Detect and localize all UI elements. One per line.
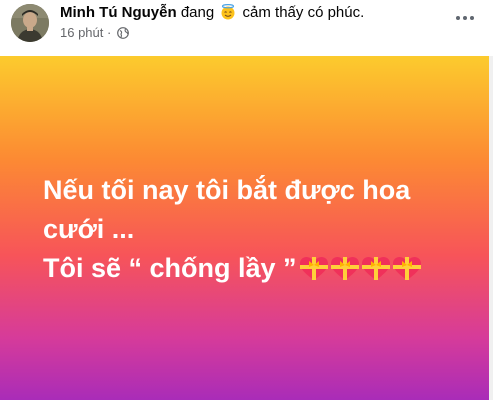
more-options-icon-dot: [463, 16, 467, 20]
smiling-face-with-halo-icon: [221, 4, 235, 20]
heart-emoji-group: [299, 254, 423, 293]
scrollbar[interactable]: [489, 56, 493, 400]
feeling-text[interactable]: cảm thấy có phúc.: [243, 4, 365, 21]
status-line-3-wrapper: Tôi sẽ “ chống lầy ”: [43, 249, 463, 293]
feeling-prefix: đang: [180, 4, 215, 21]
author-avatar[interactable]: [11, 4, 49, 42]
post-meta: 16 phút ·: [60, 25, 129, 41]
facebook-post: Minh Tú Nguyễn đang cảm thấy có phúc. 16…: [0, 0, 493, 410]
meta-separator: ·: [107, 25, 112, 40]
post-timestamp-link[interactable]: 16 phút: [60, 25, 103, 40]
status-text: Nếu tối nay tôi bắt được hoa cưới ... Tô…: [43, 171, 463, 293]
heart-with-ribbon-icon: [392, 257, 421, 280]
more-options-icon: [456, 16, 460, 20]
globe-icon[interactable]: [117, 27, 129, 39]
author-line: Minh Tú Nguyễn đang cảm thấy có phúc.: [60, 4, 364, 22]
heart-with-ribbon-icon: [330, 257, 359, 280]
heart-with-ribbon-icon: [361, 257, 390, 280]
card-bottom-edge: [0, 400, 493, 410]
more-options-icon-dot: [470, 16, 474, 20]
avatar-photo: [11, 4, 49, 42]
post-header: Minh Tú Nguyễn đang cảm thấy có phúc. 16…: [0, 0, 493, 56]
status-line-3: Tôi sẽ “ chống lầy ”: [43, 253, 297, 283]
more-options-button[interactable]: [447, 6, 483, 30]
status-line-1: Nếu tối nay tôi bắt được hoa: [43, 175, 411, 205]
author-name-link[interactable]: Minh Tú Nguyễn: [60, 4, 177, 21]
heart-with-ribbon-icon: [299, 257, 328, 280]
status-line-2: cưới ...: [43, 214, 135, 244]
